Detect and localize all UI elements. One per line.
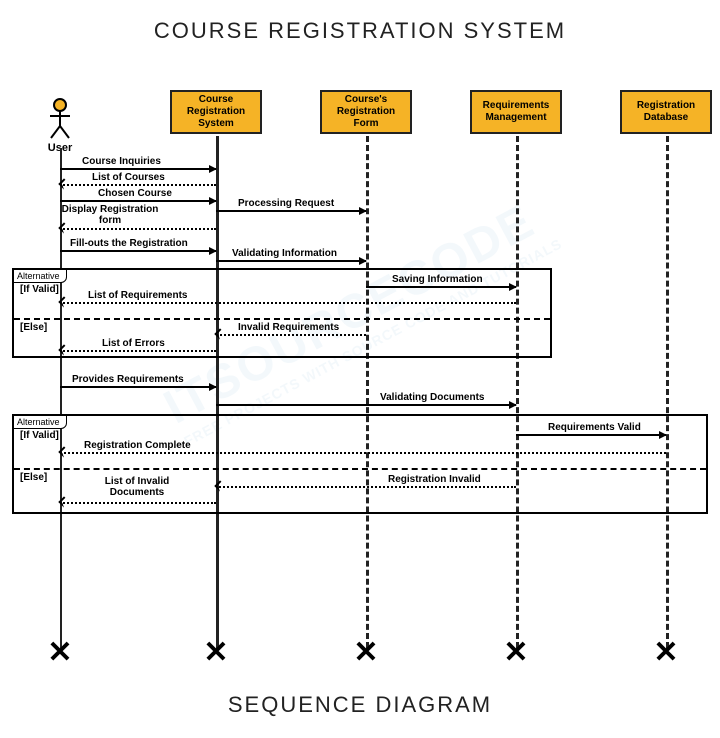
- lifeline-crs: [216, 136, 219, 648]
- arrow-m1: [60, 168, 216, 170]
- msg-list-errors: List of Errors: [102, 338, 165, 349]
- msg-reg-complete: Registration Complete: [84, 440, 191, 451]
- alt1-label: Alternative: [13, 269, 67, 283]
- terminator-rd: ✕: [653, 635, 678, 670]
- terminator-crs: ✕: [203, 635, 228, 670]
- msg-processing: Processing Request: [238, 198, 334, 209]
- msg-list-invalid-docs: List of Invalid Documents: [92, 476, 182, 498]
- alt2-guard-else: [Else]: [20, 472, 47, 483]
- arrow-m3: [60, 200, 216, 202]
- msg-list-req: List of Requirements: [88, 290, 187, 301]
- msg-validating-docs: Validating Documents: [380, 392, 484, 403]
- msg-display-form: Display Registration form: [60, 204, 160, 226]
- arrow-m16: [216, 486, 516, 488]
- msg-req-valid: Requirements Valid: [548, 422, 641, 433]
- terminator-user: ✕: [47, 635, 72, 670]
- diagram-footer: SEQUENCE DIAGRAM: [0, 692, 720, 718]
- arrow-m8: [366, 286, 516, 288]
- object-crf: Course's Registration Form: [320, 90, 412, 134]
- arrow-m13: [216, 404, 516, 406]
- alt2-guard-valid: [If Valid]: [20, 430, 59, 441]
- msg-reg-invalid: Registration Invalid: [388, 474, 481, 485]
- terminator-rm: ✕: [503, 635, 528, 670]
- msg-validating-info: Validating Information: [232, 248, 337, 259]
- arrow-m4: [216, 210, 366, 212]
- alt1-divider: [14, 318, 550, 320]
- arrow-m2: [60, 184, 216, 186]
- sequence-diagram: ITSOURCECODE FREE PROJECTS WITH SOURCE C…: [10, 78, 710, 678]
- msg-fillouts: Fill-outs the Registration: [70, 238, 188, 249]
- alt2-divider: [14, 468, 706, 470]
- arrow-m7: [216, 260, 366, 262]
- msg-saving-info: Saving Information: [392, 274, 483, 285]
- lifeline-rd: [666, 136, 669, 648]
- arrow-m5: [60, 228, 216, 230]
- alt1-guard-else: [Else]: [20, 322, 47, 333]
- alt1-guard-valid: [If Valid]: [20, 284, 59, 295]
- diagram-title: COURSE REGISTRATION SYSTEM: [0, 18, 720, 44]
- arrow-m17: [60, 502, 216, 504]
- object-crs: Course Registration System: [170, 90, 262, 134]
- msg-list-courses: List of Courses: [92, 172, 165, 183]
- arrow-m10: [216, 334, 366, 336]
- terminator-crf: ✕: [353, 635, 378, 670]
- stick-figure-icon: [46, 98, 74, 140]
- arrow-m15: [60, 452, 666, 454]
- arrow-m12: [60, 386, 216, 388]
- object-rd: Registration Database: [620, 90, 712, 134]
- object-rm: Requirements Management: [470, 90, 562, 134]
- msg-invalid-req: Invalid Requirements: [238, 322, 339, 333]
- msg-course-inquiries: Course Inquiries: [82, 156, 161, 167]
- actor-user: User: [40, 98, 80, 154]
- msg-provides-req: Provides Requirements: [72, 374, 184, 385]
- arrow-m14: [516, 434, 666, 436]
- arrow-m11: [60, 350, 216, 352]
- msg-chosen-course: Chosen Course: [98, 188, 172, 199]
- arrow-m6: [60, 250, 216, 252]
- alt2-label: Alternative: [13, 415, 67, 429]
- arrow-m9: [60, 302, 516, 304]
- lifeline-rm: [516, 136, 519, 648]
